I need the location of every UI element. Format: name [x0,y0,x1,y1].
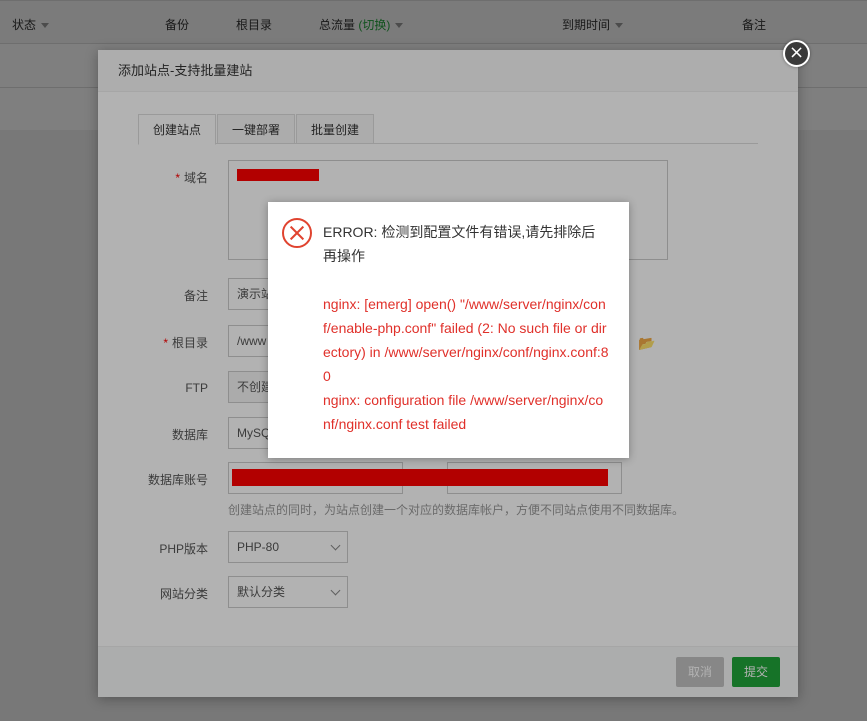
error-line: nginx: [emerg] open() "/www/server/nginx… [323,296,609,384]
error-line: nginx: configuration file /www/server/ng… [323,392,604,432]
error-title: ERROR: 检测到配置文件有错误,请先排除后再操作 [323,224,596,264]
error-x-icon [282,218,312,248]
close-icon[interactable]: × [783,40,810,67]
error-popup: ERROR: 检测到配置文件有错误,请先排除后再操作 nginx: [emerg… [268,202,629,458]
error-detail: nginx: [emerg] open() "/www/server/nginx… [323,292,609,436]
